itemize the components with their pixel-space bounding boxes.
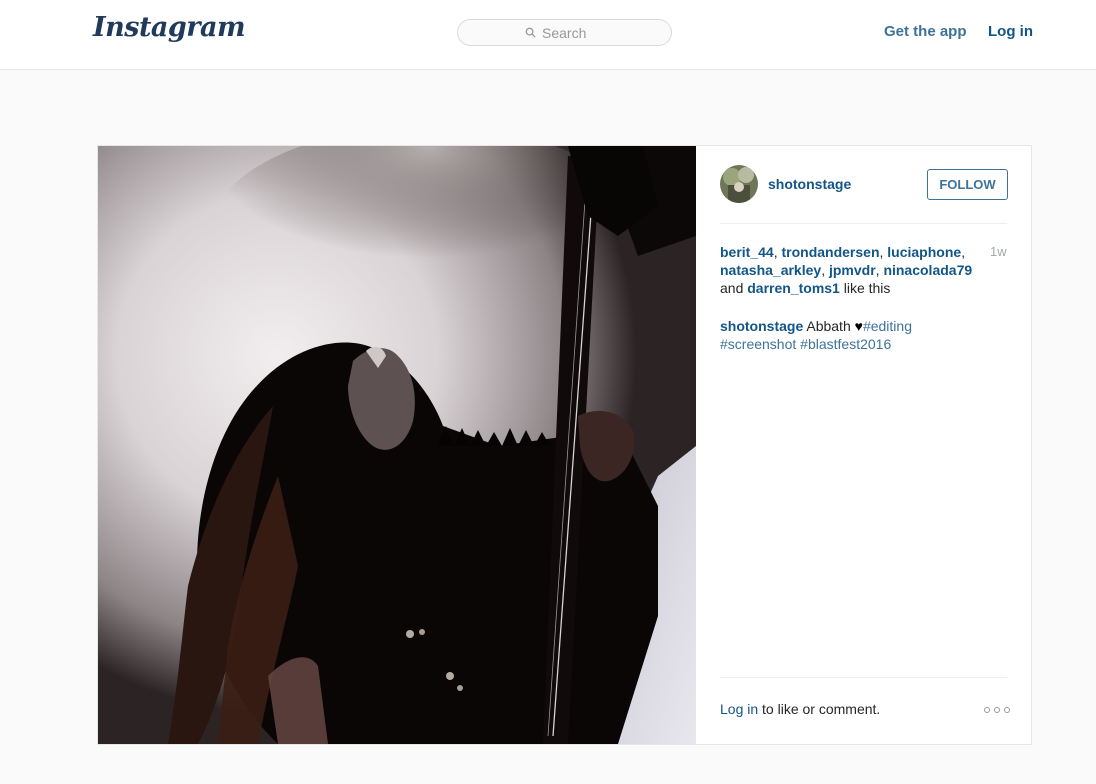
post-caption: shotonstage Abbath ♥#editing #screenshot… bbox=[720, 317, 950, 353]
hashtag-link[interactable]: #screenshot bbox=[720, 336, 796, 352]
avatar-image bbox=[720, 165, 758, 203]
footer-login-link[interactable]: Log in bbox=[720, 701, 758, 717]
post-card: shotonstage FOLLOW berit_44, trondanders… bbox=[97, 145, 1032, 745]
instagram-logo[interactable]: Instagram bbox=[93, 12, 246, 43]
likes-suffix: like this bbox=[843, 280, 891, 296]
header-divider bbox=[720, 223, 1007, 224]
post-photo[interactable] bbox=[98, 146, 696, 744]
likes-summary: berit_44, trondandersen, luciaphone, nat… bbox=[720, 244, 973, 296]
avatar[interactable] bbox=[720, 165, 758, 203]
hashtag-link[interactable]: #blastfest2016 bbox=[800, 336, 891, 352]
caption-text: Abbath bbox=[806, 318, 851, 334]
dot bbox=[984, 707, 990, 713]
login-prompt: Log in to like or comment. bbox=[720, 701, 880, 717]
search-box[interactable] bbox=[457, 19, 672, 46]
post-author-username[interactable]: shotonstage bbox=[768, 176, 851, 192]
get-the-app-link[interactable]: Get the app bbox=[884, 23, 967, 40]
concert-photo-image bbox=[98, 146, 696, 744]
dot bbox=[1004, 707, 1010, 713]
liker-username[interactable]: ninacolada79 bbox=[883, 262, 972, 278]
post-sidebar: shotonstage FOLLOW berit_44, trondanders… bbox=[720, 146, 1010, 744]
hashtag-link[interactable]: #editing bbox=[863, 318, 912, 334]
ellipsis-icon[interactable] bbox=[984, 704, 1010, 716]
dot bbox=[994, 707, 1000, 713]
login-prompt-suffix: to like or comment. bbox=[758, 701, 881, 717]
liker-username[interactable]: trondandersen bbox=[781, 244, 879, 260]
search-input[interactable] bbox=[542, 24, 604, 41]
follow-button[interactable]: FOLLOW bbox=[927, 169, 1008, 200]
liker-username[interactable]: jpmvdr bbox=[829, 262, 876, 278]
liker-username[interactable]: natasha_arkley bbox=[720, 262, 821, 278]
footer-divider bbox=[720, 677, 1007, 678]
caption-username[interactable]: shotonstage bbox=[720, 318, 803, 334]
post-timestamp[interactable]: 1w bbox=[990, 243, 1007, 261]
liker-username[interactable]: luciaphone bbox=[887, 244, 961, 260]
liker-username[interactable]: berit_44 bbox=[720, 244, 774, 260]
likes-and-text: and bbox=[720, 280, 744, 296]
top-navbar: Instagram Get the app Log in bbox=[0, 0, 1096, 70]
liker-username[interactable]: darren_toms1 bbox=[747, 280, 840, 296]
search-icon bbox=[525, 27, 536, 38]
header-login-link[interactable]: Log in bbox=[988, 23, 1033, 40]
heart-emoji: ♥ bbox=[854, 318, 863, 334]
